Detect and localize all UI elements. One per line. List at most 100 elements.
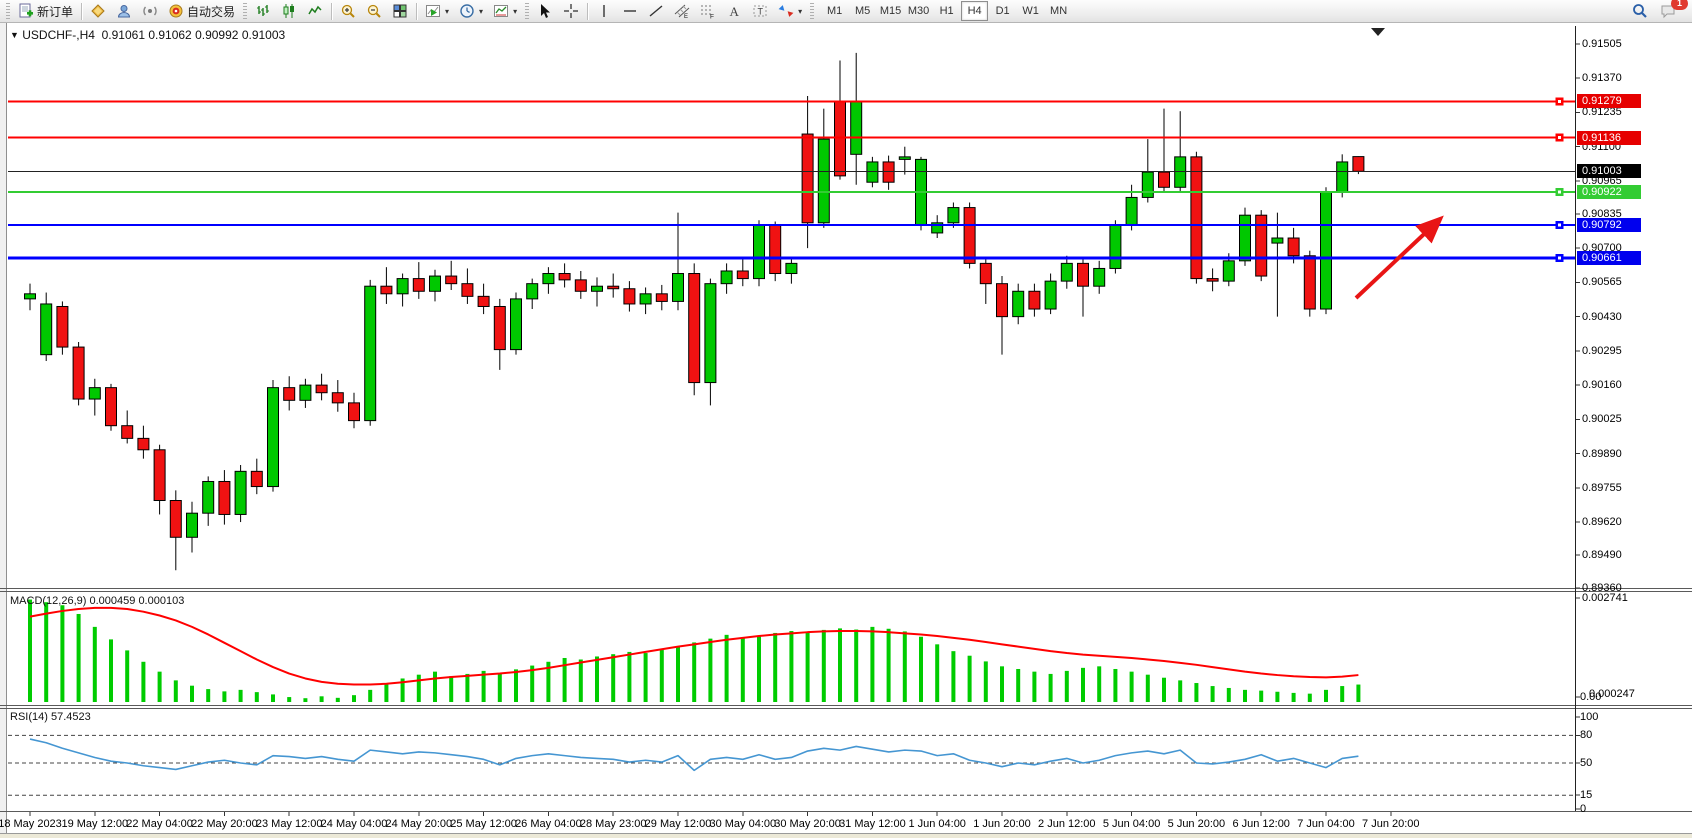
- toolbar-grip[interactable]: [810, 3, 814, 19]
- splitter-macd-line: [0, 591, 1692, 592]
- price-badge: 0.90922: [1577, 185, 1641, 199]
- gold-diamond-icon: [90, 3, 106, 19]
- bar-chart-button[interactable]: [250, 0, 276, 22]
- line-chart-icon: [307, 3, 323, 19]
- templates-button[interactable]: ▾: [488, 0, 522, 22]
- tile-windows-button[interactable]: [387, 0, 413, 22]
- chevron-down-icon: ▾: [479, 7, 483, 16]
- notifications-button[interactable]: 1: [1654, 0, 1682, 22]
- macd-axis-bottom: 0.000247: [1589, 688, 1635, 700]
- search-icon: [1631, 2, 1649, 20]
- template-icon: [493, 3, 509, 19]
- rsi-tick-label: 0: [1580, 803, 1586, 815]
- trendline-button[interactable]: [643, 0, 669, 22]
- candles-layer: [25, 53, 1364, 570]
- window-left-border: [0, 23, 7, 838]
- mt4-window: 新订单 自动交易: [0, 0, 1692, 838]
- toolbar-separator: [416, 3, 417, 20]
- rsi-value: 57.4523: [51, 711, 91, 723]
- zoom-in-icon: [340, 3, 356, 19]
- toolbar-grip[interactable]: [6, 3, 10, 19]
- timeframe-button-h1[interactable]: H1: [933, 1, 960, 21]
- new-order-button[interactable]: 新订单: [13, 0, 78, 22]
- timeframe-button-w1[interactable]: W1: [1017, 1, 1044, 21]
- time-label: 5 Jun 20:00: [1168, 818, 1226, 830]
- community-button[interactable]: [111, 0, 137, 22]
- toolbar-separator: [587, 3, 588, 20]
- indicators-button[interactable]: ▾: [420, 0, 454, 22]
- market-watch-button[interactable]: [85, 0, 111, 22]
- toolbar-grip[interactable]: [243, 3, 247, 19]
- time-label: 29 May 12:00: [645, 818, 712, 830]
- splitter-rsi[interactable]: [0, 705, 1692, 706]
- chevron-down-icon: ▾: [798, 7, 802, 16]
- time-label: 18 May 2023: [0, 818, 62, 830]
- price-tick-label: 0.90565: [1582, 276, 1622, 288]
- high-value: 0.91062: [148, 28, 191, 42]
- rsi-name: RSI(14): [10, 711, 48, 723]
- vertical-line-button[interactable]: [591, 0, 617, 22]
- trendline-icon: [648, 3, 664, 19]
- signals-button[interactable]: [137, 0, 163, 22]
- svg-text:E: E: [684, 14, 688, 19]
- new-order-label: 新订单: [37, 3, 73, 20]
- bar-chart-icon: [255, 3, 271, 19]
- text-button[interactable]: A: [721, 0, 747, 22]
- text-label-icon: T: [752, 3, 768, 19]
- new-order-icon: [18, 3, 34, 19]
- price-tick-label: 0.90430: [1582, 311, 1622, 323]
- candlestick-chart-button[interactable]: [276, 0, 302, 22]
- periods-button[interactable]: ▾: [454, 0, 488, 22]
- svg-text:F: F: [710, 14, 714, 20]
- rsi-tick-label: 100: [1580, 711, 1598, 723]
- time-axis-border: [0, 811, 1692, 812]
- cursor-button[interactable]: [532, 0, 558, 22]
- time-label: 30 May 20:00: [774, 818, 841, 830]
- price-tick-label: 0.89490: [1582, 549, 1622, 561]
- zoom-in-button[interactable]: [335, 0, 361, 22]
- zoom-out-button[interactable]: [361, 0, 387, 22]
- toolbar-grip[interactable]: [525, 3, 529, 19]
- timeframe-button-m1[interactable]: M1: [821, 1, 848, 21]
- horizontal-line-button[interactable]: [617, 0, 643, 22]
- timeframe-button-h4[interactable]: H4: [961, 1, 988, 21]
- price-tick-label: 0.89755: [1582, 482, 1622, 494]
- text-label-button[interactable]: T: [747, 0, 773, 22]
- time-label: 7 Jun 04:00: [1297, 818, 1355, 830]
- svg-text:A: A: [730, 4, 740, 19]
- time-label: 1 Jun 04:00: [908, 818, 966, 830]
- chevron-down-icon: ▾: [513, 7, 517, 16]
- timeframe-button-m30[interactable]: M30: [905, 1, 932, 21]
- signal-icon: [142, 3, 158, 19]
- arrows-button[interactable]: ▾: [773, 0, 807, 22]
- trend-arrow: [1356, 221, 1438, 298]
- rsi-tick-label: 15: [1580, 789, 1592, 801]
- timeframe-button-m5[interactable]: M5: [849, 1, 876, 21]
- timeframe-button-m15[interactable]: M15: [877, 1, 904, 21]
- time-label: 2 Jun 12:00: [1038, 818, 1096, 830]
- price-badge: 0.90661: [1577, 251, 1641, 265]
- chevron-down-icon: ▾: [445, 7, 449, 16]
- search-button[interactable]: [1626, 0, 1654, 22]
- horizontal-lines-layer: [8, 98, 1575, 262]
- text-icon: A: [726, 3, 742, 19]
- crosshair-button[interactable]: [558, 0, 584, 22]
- chart-menu-icon[interactable]: ▼: [10, 30, 19, 40]
- line-chart-button[interactable]: [302, 0, 328, 22]
- price-badge: 0.91279: [1577, 94, 1641, 108]
- price-tick-label: 0.90295: [1582, 345, 1622, 357]
- price-tick-label: 0.89360: [1582, 582, 1622, 594]
- price-badge: 0.90792: [1577, 218, 1641, 232]
- timeframe-button-d1[interactable]: D1: [989, 1, 1016, 21]
- splitter-macd[interactable]: [0, 588, 1692, 589]
- timeframe-button-mn[interactable]: MN: [1045, 1, 1072, 21]
- equidistant-channel-button[interactable]: E: [669, 0, 695, 22]
- close-value: 0.91003: [242, 28, 285, 42]
- price-badge: 0.91003: [1577, 164, 1641, 178]
- window-bottom-border: [0, 833, 1692, 838]
- chart-header: ▼ USDCHF-,H4 0.91061 0.91062 0.90992 0.9…: [10, 28, 285, 42]
- zoom-out-icon: [366, 3, 382, 19]
- autotrading-button[interactable]: 自动交易: [163, 0, 240, 22]
- fibonacci-button[interactable]: F: [695, 0, 721, 22]
- price-badge: 0.91136: [1577, 131, 1641, 145]
